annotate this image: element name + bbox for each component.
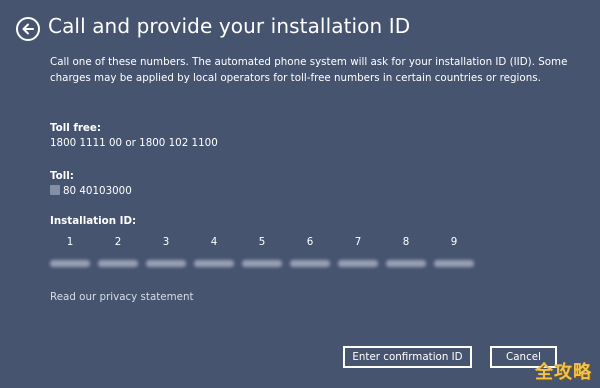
iid-group-number: 4 (210, 236, 218, 248)
iid-redacted-value (434, 260, 474, 267)
iid-group: 3 (142, 236, 190, 267)
toll-free-numbers: 1800 1111 00 or 1800 102 1100 (50, 137, 218, 149)
iid-group-number: 3 (162, 236, 170, 248)
site-watermark: 全攻略 (535, 362, 592, 383)
iid-group: 6 (286, 236, 334, 267)
iid-group-number: 9 (450, 236, 458, 248)
iid-redacted-value (242, 260, 282, 267)
iid-group-number: 1 (66, 236, 74, 248)
iid-group: 1 (46, 236, 94, 267)
iid-group-number: 5 (258, 236, 266, 248)
toll-number-row: 80 40103000 (50, 185, 132, 197)
toll-label: Toll: (50, 170, 74, 182)
iid-group: 5 (238, 236, 286, 267)
iid-redacted-value (50, 260, 90, 267)
toll-number: 80 40103000 (63, 185, 132, 197)
installation-id-label: Installation ID: (50, 215, 137, 227)
page-title: Call and provide your installation ID (48, 14, 411, 38)
description-text: Call one of these numbers. The automated… (50, 56, 568, 84)
iid-group-number: 6 (306, 236, 314, 248)
enter-confirmation-id-button[interactable]: Enter confirmation ID (343, 346, 472, 368)
iid-redacted-value (194, 260, 234, 267)
redacted-prefix (50, 185, 60, 195)
back-button[interactable] (16, 17, 40, 41)
iid-group: 9 (430, 236, 478, 267)
toll-free-label: Toll free: (50, 122, 102, 134)
iid-redacted-value (338, 260, 378, 267)
installation-id-groups: 1 2 3 4 5 6 7 8 9 (50, 236, 490, 276)
iid-redacted-value (146, 260, 186, 267)
iid-redacted-value (98, 260, 138, 267)
iid-group-number: 7 (354, 236, 362, 248)
privacy-statement-link[interactable]: Read our privacy statement (50, 291, 194, 303)
iid-group: 2 (94, 236, 142, 267)
iid-group: 4 (190, 236, 238, 267)
iid-group: 7 (334, 236, 382, 267)
iid-group-number: 2 (114, 236, 122, 248)
iid-redacted-value (290, 260, 330, 267)
iid-group: 8 (382, 236, 430, 267)
iid-group-number: 8 (402, 236, 410, 248)
arrow-left-icon (22, 23, 34, 35)
iid-redacted-value (386, 260, 426, 267)
